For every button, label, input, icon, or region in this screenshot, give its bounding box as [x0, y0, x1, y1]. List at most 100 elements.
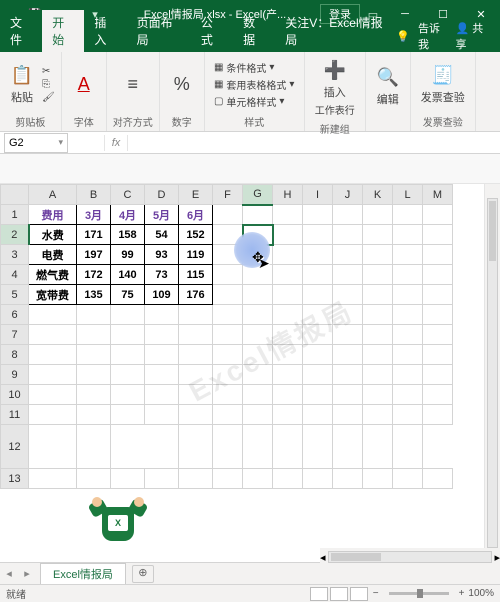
cell-E3[interactable]: 119 — [179, 245, 213, 265]
status-ready: 就绪 — [6, 586, 26, 601]
tab-insert[interactable]: 插入 — [84, 10, 126, 52]
cell-A3[interactable]: 电费 — [29, 245, 77, 265]
font-button[interactable]: A — [68, 70, 100, 98]
select-all-corner[interactable] — [1, 185, 29, 205]
col-K[interactable]: K — [363, 185, 393, 205]
view-page-break-button[interactable] — [350, 587, 368, 601]
row-5[interactable]: 5 — [1, 285, 29, 305]
cell-A4[interactable]: 燃气费 — [29, 265, 77, 285]
tab-data[interactable]: 数据 — [233, 10, 275, 52]
col-L[interactable]: L — [393, 185, 423, 205]
copy-icon[interactable]: ⎘ — [42, 79, 55, 90]
col-B[interactable]: B — [77, 185, 111, 205]
row-11[interactable]: 11 — [1, 405, 29, 425]
row-2[interactable]: 2 — [1, 225, 29, 245]
cell-B5[interactable]: 135 — [77, 285, 111, 305]
tab-home[interactable]: 开始 — [42, 10, 84, 52]
cell-C3[interactable]: 99 — [111, 245, 145, 265]
zoom-in-button[interactable]: + — [459, 588, 465, 599]
view-page-layout-button[interactable] — [330, 587, 348, 601]
vertical-scrollbar[interactable] — [484, 184, 500, 562]
cell-A1[interactable]: 费用 — [29, 205, 77, 225]
paste-button[interactable]: 📋 粘贴 — [6, 61, 38, 107]
cell-styles-button[interactable]: ▢单元格样式 ▾ — [214, 94, 294, 109]
zoom-out-button[interactable]: − — [373, 588, 379, 599]
cell-E2[interactable]: 152 — [179, 225, 213, 245]
cell-A5[interactable]: 宽带费 — [29, 285, 77, 305]
zoom-level[interactable]: 100% — [468, 588, 494, 599]
sheet-tab-bar: ◂ ▸ Excel情报局 ⊕ ◂▸ — [0, 562, 500, 584]
cell-D3[interactable]: 93 — [145, 245, 179, 265]
cell-D2[interactable]: 54 — [145, 225, 179, 245]
cell-B4[interactable]: 172 — [77, 265, 111, 285]
cond-format-icon: ▦ — [214, 62, 223, 73]
row-3[interactable]: 3 — [1, 245, 29, 265]
horizontal-scrollbar[interactable]: ◂▸ — [320, 548, 500, 566]
cell-D5[interactable]: 109 — [145, 285, 179, 305]
col-C[interactable]: C — [111, 185, 145, 205]
sheet-nav-next[interactable]: ▸ — [18, 567, 36, 580]
tell-me[interactable]: 告诉我 — [418, 20, 447, 52]
view-normal-button[interactable] — [310, 587, 328, 601]
row-13[interactable]: 13 — [1, 469, 29, 489]
col-A[interactable]: A — [29, 185, 77, 205]
cell-B2[interactable]: 171 — [77, 225, 111, 245]
cell-G2-active[interactable] — [243, 225, 273, 245]
sheet-tab-active[interactable]: Excel情报局 — [40, 563, 126, 584]
worksheet-grid[interactable]: A B C D E F G H I J K L M 1 费用 3月 4月 5月 … — [0, 184, 500, 562]
number-button[interactable]: % — [166, 70, 198, 98]
group-number: % 数字 — [160, 52, 205, 131]
cell-E1[interactable]: 6月 — [179, 205, 213, 225]
cell-C4[interactable]: 140 — [111, 265, 145, 285]
col-H[interactable]: H — [273, 185, 303, 205]
row-6[interactable]: 6 — [1, 305, 29, 325]
cell-C1[interactable]: 4月 — [111, 205, 145, 225]
fx-button[interactable]: fx — [104, 135, 128, 151]
col-G[interactable]: G — [243, 185, 273, 205]
cell-C2[interactable]: 158 — [111, 225, 145, 245]
row-8[interactable]: 8 — [1, 345, 29, 365]
edit-button[interactable]: 🔍编辑 — [372, 63, 404, 109]
row-12[interactable]: 12 — [1, 425, 29, 469]
row-10[interactable]: 10 — [1, 385, 29, 405]
col-I[interactable]: I — [303, 185, 333, 205]
cell-A2[interactable]: 水费 — [29, 225, 77, 245]
cell-C5[interactable]: 75 — [111, 285, 145, 305]
conditional-format-button[interactable]: ▦条件格式 ▾ — [214, 60, 294, 75]
formula-input[interactable] — [128, 133, 500, 153]
chevron-down-icon[interactable]: ▾ — [58, 137, 63, 148]
tab-custom[interactable]: 关注V：Excel情报局 — [275, 10, 396, 52]
tab-formulas[interactable]: 公式 — [191, 10, 233, 52]
col-F[interactable]: F — [213, 185, 243, 205]
share-button[interactable]: 👤 共享 — [455, 20, 490, 52]
row-9[interactable]: 9 — [1, 365, 29, 385]
row-1[interactable]: 1 — [1, 205, 29, 225]
col-J[interactable]: J — [333, 185, 363, 205]
align-button[interactable]: ≡ — [117, 70, 149, 98]
cell-E4[interactable]: 115 — [179, 265, 213, 285]
row-4[interactable]: 4 — [1, 265, 29, 285]
table-format-button[interactable]: ▦套用表格格式 ▾ — [214, 77, 294, 92]
sheet-nav-prev[interactable]: ◂ — [0, 567, 18, 580]
group-invoice: 🧾发票查验 发票查验 — [411, 52, 476, 131]
cell-B1[interactable]: 3月 — [77, 205, 111, 225]
percent-icon: % — [170, 72, 194, 96]
add-sheet-button[interactable]: ⊕ — [132, 565, 154, 583]
cell-D1[interactable]: 5月 — [145, 205, 179, 225]
insert-row-button[interactable]: ➕ 插入 工作表行 — [311, 56, 359, 119]
row-7[interactable]: 7 — [1, 325, 29, 345]
cell-E5[interactable]: 176 — [179, 285, 213, 305]
cell-D4[interactable]: 73 — [145, 265, 179, 285]
ribbon-tabs: 文件 开始 插入 页面布局 公式 数据 关注V：Excel情报局 💡 告诉我 👤… — [0, 28, 500, 52]
tab-layout[interactable]: 页面布局 — [127, 10, 191, 52]
cut-icon[interactable]: ✂ — [42, 66, 55, 77]
name-box[interactable]: G2▾ — [4, 133, 68, 153]
zoom-slider[interactable] — [389, 592, 449, 595]
invoice-button[interactable]: 🧾发票查验 — [417, 61, 469, 107]
cell-B3[interactable]: 197 — [77, 245, 111, 265]
tab-file[interactable]: 文件 — [0, 10, 42, 52]
col-E[interactable]: E — [179, 185, 213, 205]
col-D[interactable]: D — [145, 185, 179, 205]
format-painter-icon[interactable]: 🖌 — [42, 92, 55, 103]
col-M[interactable]: M — [423, 185, 453, 205]
